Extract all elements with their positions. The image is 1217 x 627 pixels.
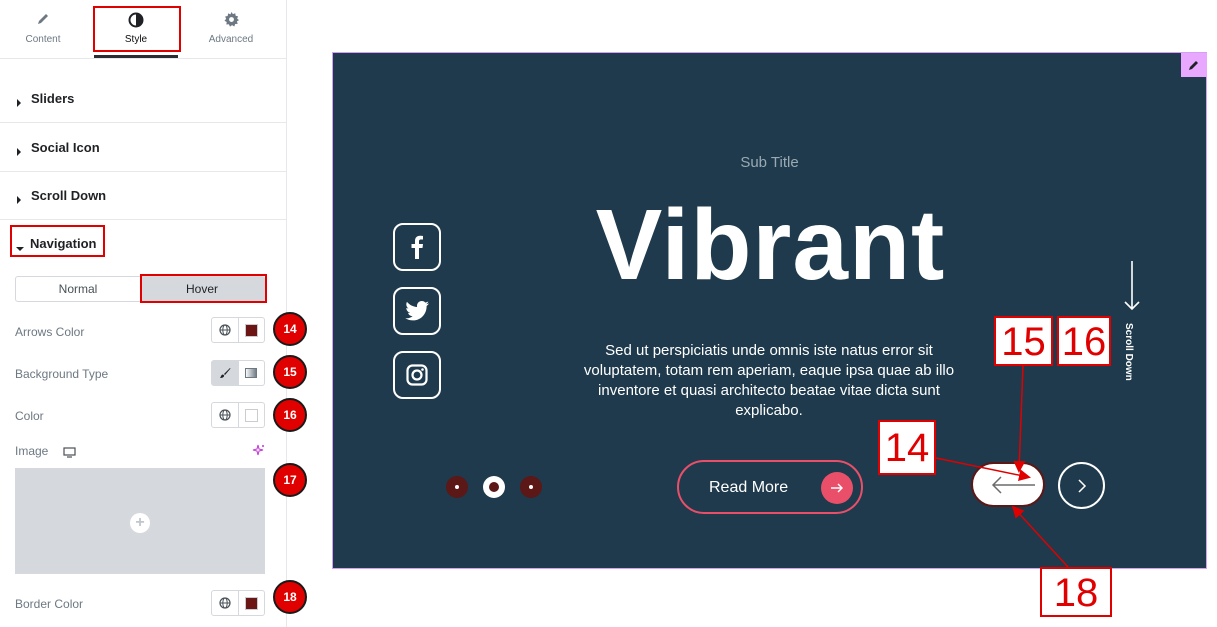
slider-preview: Sub Title Vibrant Sed ut perspiciatis un… bbox=[332, 52, 1207, 569]
style-panel: Content Style Advanced Sliders Social Ic… bbox=[0, 0, 287, 627]
hero-title: Vibrant bbox=[595, 189, 946, 301]
twitter-icon[interactable] bbox=[393, 287, 441, 335]
border-color-label: Border Color bbox=[15, 597, 84, 611]
border-color-swatch bbox=[244, 596, 258, 610]
color-swatch bbox=[244, 408, 258, 422]
annotation-16: 16 bbox=[1057, 316, 1111, 366]
normal-state-button[interactable]: Normal bbox=[16, 277, 140, 301]
editor-screen: Content Style Advanced Sliders Social Ic… bbox=[0, 0, 1217, 627]
monitor-icon[interactable] bbox=[63, 445, 76, 463]
section-title: Sliders bbox=[31, 91, 75, 106]
arrows-color-picker[interactable] bbox=[237, 318, 264, 342]
step-badge-15: 15 bbox=[273, 355, 307, 389]
globe-icon[interactable] bbox=[212, 591, 238, 615]
gradient-icon[interactable] bbox=[237, 361, 264, 385]
tab-content[interactable]: Content bbox=[0, 6, 86, 52]
read-more-label: Read More bbox=[709, 479, 789, 496]
image-label: Image bbox=[15, 444, 49, 458]
slide-dot[interactable] bbox=[520, 476, 542, 498]
section-scroll-down[interactable]: Scroll Down bbox=[0, 172, 286, 220]
prev-arrow-button[interactable] bbox=[971, 462, 1045, 507]
arrow-right-icon bbox=[821, 472, 853, 504]
edit-widget-icon[interactable] bbox=[1181, 53, 1207, 77]
brush-icon[interactable] bbox=[212, 361, 238, 385]
caret-down-icon bbox=[16, 240, 24, 258]
arrows-color-label: Arrows Color bbox=[15, 325, 85, 339]
hero-subtitle: Sub Title bbox=[740, 154, 799, 171]
tab-content-label: Content bbox=[25, 34, 61, 45]
background-type-control bbox=[211, 360, 265, 386]
step-badge-14: 14 bbox=[273, 312, 307, 346]
step-badge-17: 17 bbox=[273, 463, 307, 497]
globe-icon[interactable] bbox=[212, 403, 238, 427]
next-arrow-button[interactable] bbox=[1058, 462, 1105, 509]
panel-tabs: Content Style Advanced bbox=[0, 0, 286, 59]
caret-right-icon bbox=[15, 94, 23, 107]
section-sliders[interactable]: Sliders bbox=[0, 75, 286, 123]
globe-icon[interactable] bbox=[212, 318, 238, 342]
arrow-left-icon bbox=[991, 476, 1035, 494]
gear-icon bbox=[188, 12, 274, 32]
annotation-15: 15 bbox=[994, 316, 1053, 366]
navigation-title: Navigation bbox=[30, 236, 97, 251]
hero-description: Sed ut perspiciatis unde omnis iste natu… bbox=[583, 342, 955, 419]
facebook-icon[interactable] bbox=[393, 223, 441, 271]
step-badge-18: 18 bbox=[273, 580, 307, 614]
active-tab-indicator bbox=[94, 55, 178, 58]
section-title: Scroll Down bbox=[31, 188, 107, 203]
background-type-label: Background Type bbox=[15, 367, 109, 381]
instagram-icon[interactable] bbox=[393, 351, 441, 399]
caret-right-icon bbox=[15, 191, 23, 204]
step-badge-16: 16 bbox=[273, 398, 307, 432]
slide-dot-active[interactable] bbox=[483, 476, 505, 498]
style-tab-highlight bbox=[93, 6, 181, 52]
chevron-right-icon bbox=[1077, 478, 1086, 493]
plus-icon[interactable]: + bbox=[130, 513, 150, 533]
scroll-down-label[interactable]: Scroll Down bbox=[1123, 323, 1134, 381]
arrows-color-swatch bbox=[244, 323, 258, 337]
tab-advanced[interactable]: Advanced bbox=[188, 6, 274, 52]
arrows-color-control bbox=[211, 317, 265, 343]
read-more-button[interactable]: Read More bbox=[677, 460, 863, 514]
tab-advanced-label: Advanced bbox=[208, 34, 254, 45]
section-social-icon[interactable]: Social Icon bbox=[0, 124, 286, 172]
border-color-control bbox=[211, 590, 265, 616]
color-control bbox=[211, 402, 265, 428]
ai-sparkle-icon[interactable] bbox=[252, 444, 265, 462]
annotation-18: 18 bbox=[1040, 567, 1112, 617]
color-picker[interactable] bbox=[237, 403, 264, 427]
arrow-down-icon bbox=[1124, 261, 1140, 311]
border-color-picker[interactable] bbox=[237, 591, 264, 615]
slide-dot[interactable] bbox=[446, 476, 468, 498]
caret-right-icon bbox=[15, 143, 23, 156]
hover-highlight bbox=[140, 274, 267, 303]
annotation-14: 14 bbox=[878, 420, 936, 475]
color-label: Color bbox=[15, 409, 44, 423]
pencil-icon bbox=[0, 12, 86, 32]
section-title: Social Icon bbox=[31, 140, 100, 155]
